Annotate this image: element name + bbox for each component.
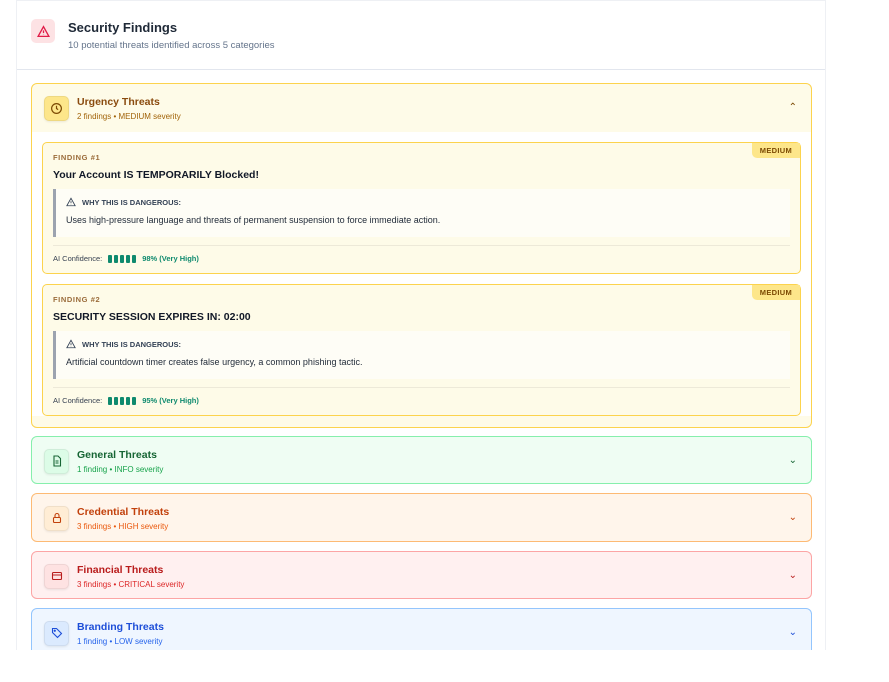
finding-title: Your Account IS TEMPORARILY Blocked! — [53, 169, 259, 181]
credit-card-icon — [44, 563, 69, 589]
category-general-header[interactable]: General Threats 1 finding • INFO severit… — [32, 437, 811, 483]
confidence-value: 98% (Very High) — [142, 254, 199, 263]
why-label: WHY THIS IS DANGEROUS: — [82, 339, 182, 349]
category-subtitle: 1 finding • INFO severity — [77, 464, 164, 474]
category-subtitle: 1 finding • LOW severity — [77, 636, 163, 646]
page-subtitle: 10 potential threats identified across 5… — [68, 39, 275, 51]
category-financial[interactable]: Financial Threats 3 findings • CRITICAL … — [31, 551, 812, 599]
alert-triangle-icon — [66, 339, 76, 349]
page-title: Security Findings — [68, 19, 178, 35]
panel-header: Security Findings 10 potential threats i… — [17, 1, 825, 70]
security-findings-panel: Security Findings 10 potential threats i… — [16, 0, 826, 650]
category-subtitle: 2 findings • MEDIUM severity — [77, 111, 181, 121]
why-dangerous-box: WHY THIS IS DANGEROUS: Artificial countd… — [53, 331, 790, 379]
tag-icon — [44, 620, 69, 646]
category-general[interactable]: General Threats 1 finding • INFO severit… — [31, 436, 812, 484]
clock-icon — [44, 95, 69, 121]
confidence-label: AI Confidence: — [53, 396, 103, 405]
confidence-value: 95% (Very High) — [142, 396, 199, 405]
why-text: Artificial countdown timer creates false… — [66, 357, 363, 367]
chevron-down-icon[interactable]: ⌄ — [789, 455, 797, 466]
chevron-down-icon[interactable]: ⌄ — [789, 570, 797, 581]
category-credential-header[interactable]: Credential Threats 3 findings • HIGH sev… — [32, 494, 811, 541]
why-label: WHY THIS IS DANGEROUS: — [82, 197, 182, 207]
finding-card: MEDIUM FINDING #1 Your Account IS TEMPOR… — [42, 142, 801, 274]
category-title: Urgency Threats — [77, 95, 160, 108]
document-icon — [44, 448, 69, 474]
category-credential[interactable]: Credential Threats 3 findings • HIGH sev… — [31, 493, 812, 542]
severity-badge: MEDIUM — [751, 143, 800, 158]
confidence-row: AI Confidence: 98% (Very High) — [53, 245, 790, 263]
finding-card: MEDIUM FINDING #2 SECURITY SESSION EXPIR… — [42, 284, 801, 416]
category-subtitle: 3 findings • CRITICAL severity — [77, 579, 185, 589]
chevron-down-icon[interactable]: ⌄ — [789, 627, 797, 638]
category-body: MEDIUM FINDING #1 Your Account IS TEMPOR… — [32, 132, 811, 416]
chevron-up-icon[interactable]: ⌃ — [789, 102, 797, 113]
alert-triangle-icon — [66, 197, 76, 207]
lock-icon — [44, 505, 69, 531]
confidence-label: AI Confidence: — [53, 254, 103, 263]
category-subtitle: 3 findings • HIGH severity — [77, 521, 169, 531]
category-urgency-header[interactable]: Urgency Threats 2 findings • MEDIUM seve… — [32, 84, 811, 132]
category-urgency: Urgency Threats 2 findings • MEDIUM seve… — [31, 83, 812, 428]
why-dangerous-box: WHY THIS IS DANGEROUS: Uses high-pressur… — [53, 189, 790, 237]
category-title: General Threats — [77, 448, 157, 461]
category-title: Branding Threats — [77, 620, 164, 633]
warning-icon — [31, 19, 55, 43]
finding-title: SECURITY SESSION EXPIRES IN: 02:00 — [53, 311, 251, 323]
why-text: Uses high-pressure language and threats … — [66, 215, 441, 225]
confidence-bars — [108, 254, 137, 263]
category-title: Credential Threats — [77, 505, 170, 518]
confidence-bars — [108, 396, 137, 405]
severity-badge: MEDIUM — [751, 285, 800, 300]
category-branding[interactable]: Branding Threats 1 finding • LOW severit… — [31, 608, 812, 650]
finding-label: FINDING #1 — [53, 153, 101, 162]
category-financial-header[interactable]: Financial Threats 3 findings • CRITICAL … — [32, 552, 811, 598]
confidence-row: AI Confidence: 95% (Very High) — [53, 387, 790, 405]
chevron-down-icon[interactable]: ⌄ — [789, 512, 797, 523]
category-title: Financial Threats — [77, 563, 164, 576]
category-branding-header[interactable]: Branding Threats 1 finding • LOW severit… — [32, 609, 811, 650]
finding-label: FINDING #2 — [53, 295, 101, 304]
